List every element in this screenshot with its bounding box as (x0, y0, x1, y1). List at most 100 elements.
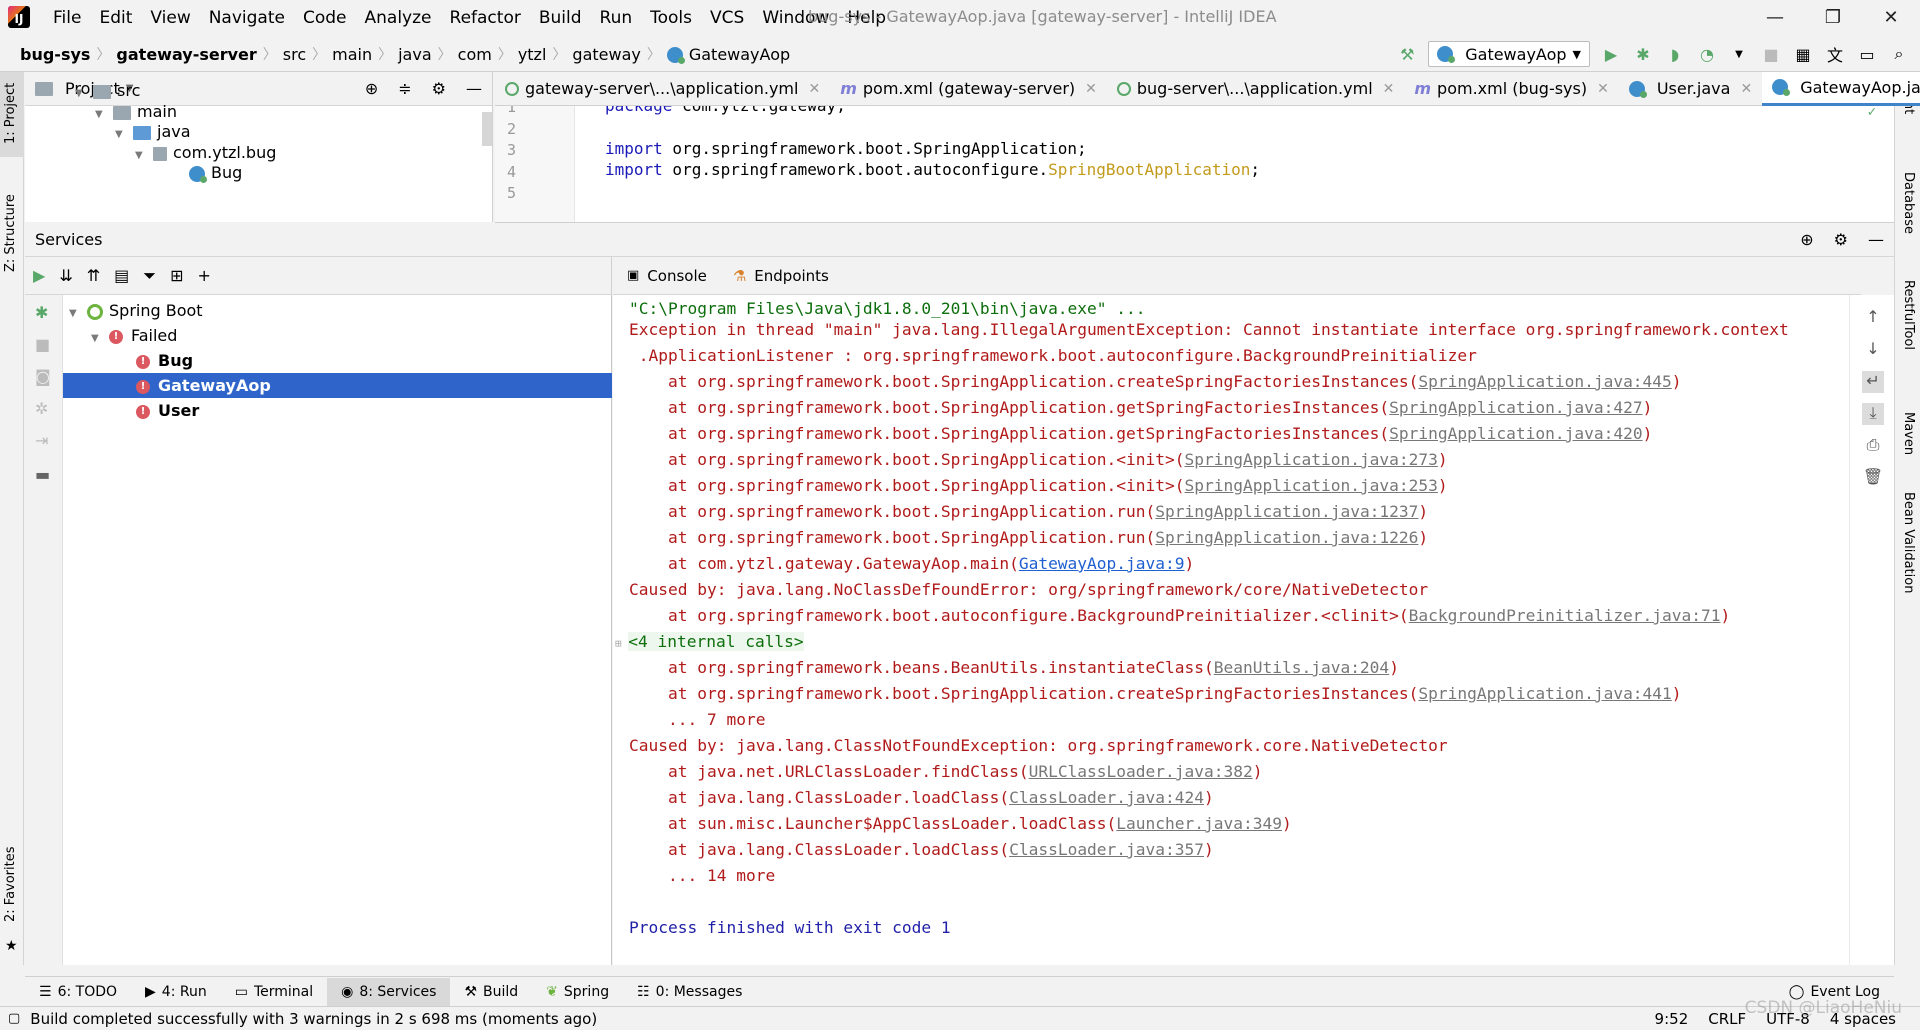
caret-position[interactable]: 9:52 (1655, 1010, 1689, 1028)
scrollbar[interactable] (482, 112, 492, 146)
debug-icon[interactable]: ✱ (35, 303, 48, 322)
crumb-src[interactable]: src (277, 45, 312, 64)
status-toggle-icon[interactable]: ▢ (8, 1011, 20, 1026)
tree-node-user[interactable]: ! User (63, 398, 612, 423)
source-link[interactable]: SpringApplication.java:1226 (1155, 528, 1418, 547)
tab-messages[interactable]: ☷ 0: Messages (623, 978, 756, 1006)
tab-run[interactable]: ▶ 4: Run (131, 978, 221, 1006)
crumb-com[interactable]: com (452, 45, 498, 64)
source-link[interactable]: ClassLoader.java:424 (1009, 788, 1204, 807)
coverage-icon[interactable]: ◗ (1664, 43, 1686, 65)
locate-icon[interactable]: ⊕ (1800, 230, 1813, 249)
crumb-module[interactable]: gateway-server (110, 45, 262, 64)
source-link[interactable]: SpringApplication.java:441 (1418, 684, 1671, 703)
tab-user-java[interactable]: User.java ✕ (1619, 72, 1762, 106)
menu-refactor[interactable]: Refactor (441, 0, 530, 36)
group-by-icon[interactable]: ▤ (114, 266, 129, 285)
exit-icon[interactable]: ⇥ (35, 431, 48, 450)
close-icon[interactable]: ✕ (1740, 81, 1752, 97)
structure-stripe-button[interactable]: Z: Structure (3, 194, 18, 272)
source-link[interactable]: ClassLoader.java:357 (1009, 840, 1204, 859)
camera-icon[interactable]: ◙ (35, 367, 51, 386)
tree-node-spring-boot[interactable]: ▼ Spring Boot (63, 298, 612, 323)
stop-icon[interactable]: ■ (1760, 43, 1782, 65)
gear-icon[interactable]: ⚙ (432, 79, 446, 98)
tab-spring[interactable]: ❦ Spring (532, 978, 623, 1006)
tab-pom-bug-sys[interactable]: m pom.xml (bug-sys) ✕ (1404, 72, 1618, 106)
debug-icon[interactable]: ✱ (1632, 43, 1654, 65)
tab-todo[interactable]: ☰ 6: TODO (25, 978, 131, 1006)
filter-icon[interactable]: ⏷ (143, 266, 156, 286)
source-link[interactable]: SpringApplication.java:427 (1389, 398, 1642, 417)
close-icon[interactable]: ✕ (1597, 81, 1609, 97)
bean-validation-stripe-button[interactable]: Bean Validation (1901, 492, 1916, 593)
minimize-icon[interactable]: — (1746, 1, 1804, 35)
tree-node-bug-class[interactable]: Bug (189, 160, 242, 185)
scroll-to-end-icon[interactable]: ⤓ (1862, 403, 1884, 425)
trash-icon[interactable]: 🗑 (1862, 467, 1884, 489)
expand-all-icon[interactable]: ⇊ (59, 266, 72, 285)
crumb-main[interactable]: main (326, 45, 378, 64)
source-link[interactable]: URLClassLoader.java:382 (1029, 762, 1253, 781)
project-stripe-button[interactable]: 1: Project (0, 72, 24, 157)
database-stripe-button[interactable]: Database (1901, 172, 1916, 234)
source-link[interactable]: BackgroundPreinitializer.java:71 (1409, 606, 1721, 625)
restore-icon[interactable]: ❐ (1804, 1, 1862, 35)
menu-vcs[interactable]: VCS (701, 0, 753, 36)
crumb-ytzl[interactable]: ytzl (512, 45, 553, 64)
close-icon[interactable]: ✕ (1085, 81, 1097, 97)
menu-navigate[interactable]: Navigate (200, 0, 294, 36)
tab-console[interactable]: ▣ Console (627, 267, 707, 285)
inspection-ok-icon[interactable]: ✓ (1868, 106, 1876, 120)
gear-icon[interactable]: ⚙ (1834, 230, 1848, 249)
presentation-icon[interactable]: ▭ (1856, 43, 1878, 65)
tab-gateway-application-yml[interactable]: gateway-server\...\application.yml ✕ (495, 72, 830, 106)
maven-stripe-button[interactable]: Maven (1901, 412, 1916, 455)
menu-build[interactable]: Build (530, 0, 591, 36)
locate-icon[interactable]: ⊕ (365, 79, 378, 98)
add-service-icon[interactable]: + (197, 266, 210, 285)
crumb-gateway[interactable]: gateway (566, 45, 646, 64)
tree-node-bug[interactable]: ! Bug (63, 348, 612, 373)
crumb-class[interactable]: GatewayAop (661, 45, 796, 64)
crumb-project[interactable]: bug-sys (14, 45, 96, 64)
menu-edit[interactable]: Edit (90, 0, 141, 36)
line-separator[interactable]: CRLF (1708, 1010, 1746, 1028)
build-hammer-icon[interactable]: ⚒ (1396, 43, 1418, 65)
settings-icon[interactable]: ✲ (35, 399, 48, 418)
internal-calls-row[interactable]: ⊞ <4 internal calls> (615, 629, 804, 655)
tree-node-gatewayaop[interactable]: ! GatewayAop (63, 373, 612, 398)
source-link[interactable]: SpringApplication.java:1237 (1155, 502, 1418, 521)
source-link[interactable]: SpringApplication.java:445 (1418, 372, 1671, 391)
crumb-java[interactable]: java (392, 45, 438, 64)
code-editor[interactable]: 1 2 3 4 5 package com.ytzl.gateway; impo… (495, 106, 1894, 223)
menu-file[interactable]: File (44, 0, 90, 36)
source-link[interactable]: Launcher.java:349 (1116, 814, 1282, 833)
tab-bug-application-yml[interactable]: bug-server\...\application.yml ✕ (1107, 72, 1405, 106)
run-icon[interactable]: ▶ (1600, 43, 1622, 65)
project-structure-icon[interactable]: ▦ (1792, 43, 1814, 65)
tab-terminal[interactable]: ▭ Terminal (221, 978, 327, 1006)
source-link[interactable]: SpringApplication.java:253 (1185, 476, 1438, 495)
layout-icon[interactable]: ▬ (35, 465, 50, 484)
tab-endpoints[interactable]: ⚗ Endpoints (733, 267, 829, 285)
tab-gatewayaop-java[interactable]: GatewayAop.java✕ (1762, 71, 1920, 106)
print-icon[interactable]: ⎙ (1862, 435, 1884, 457)
menu-run[interactable]: Run (591, 0, 642, 36)
source-link[interactable]: SpringApplication.java:420 (1389, 424, 1642, 443)
tab-services[interactable]: ◉ 8: Services (327, 977, 451, 1006)
run-configuration-select[interactable]: GatewayAop ▼ (1428, 41, 1590, 67)
tab-build[interactable]: ⚒ Build (450, 978, 532, 1006)
chevron-down-icon[interactable]: ▼ (1728, 43, 1750, 65)
new-tab-icon[interactable]: ⊞ (170, 266, 183, 285)
arrow-up-icon[interactable]: ↑ (1862, 307, 1884, 329)
close-icon[interactable]: ✕ (808, 81, 820, 97)
source-link[interactable]: GatewayAop.java:9 (1019, 554, 1185, 573)
restfultool-stripe-button[interactable]: RestfulTool (1901, 280, 1916, 350)
menu-view[interactable]: View (141, 0, 199, 36)
menu-code[interactable]: Code (294, 0, 356, 36)
close-icon[interactable]: ✕ (1383, 81, 1395, 97)
internal-calls-label[interactable]: <4 internal calls> (628, 632, 804, 651)
hide-icon[interactable]: — (1868, 230, 1884, 249)
menu-tools[interactable]: Tools (641, 0, 701, 36)
